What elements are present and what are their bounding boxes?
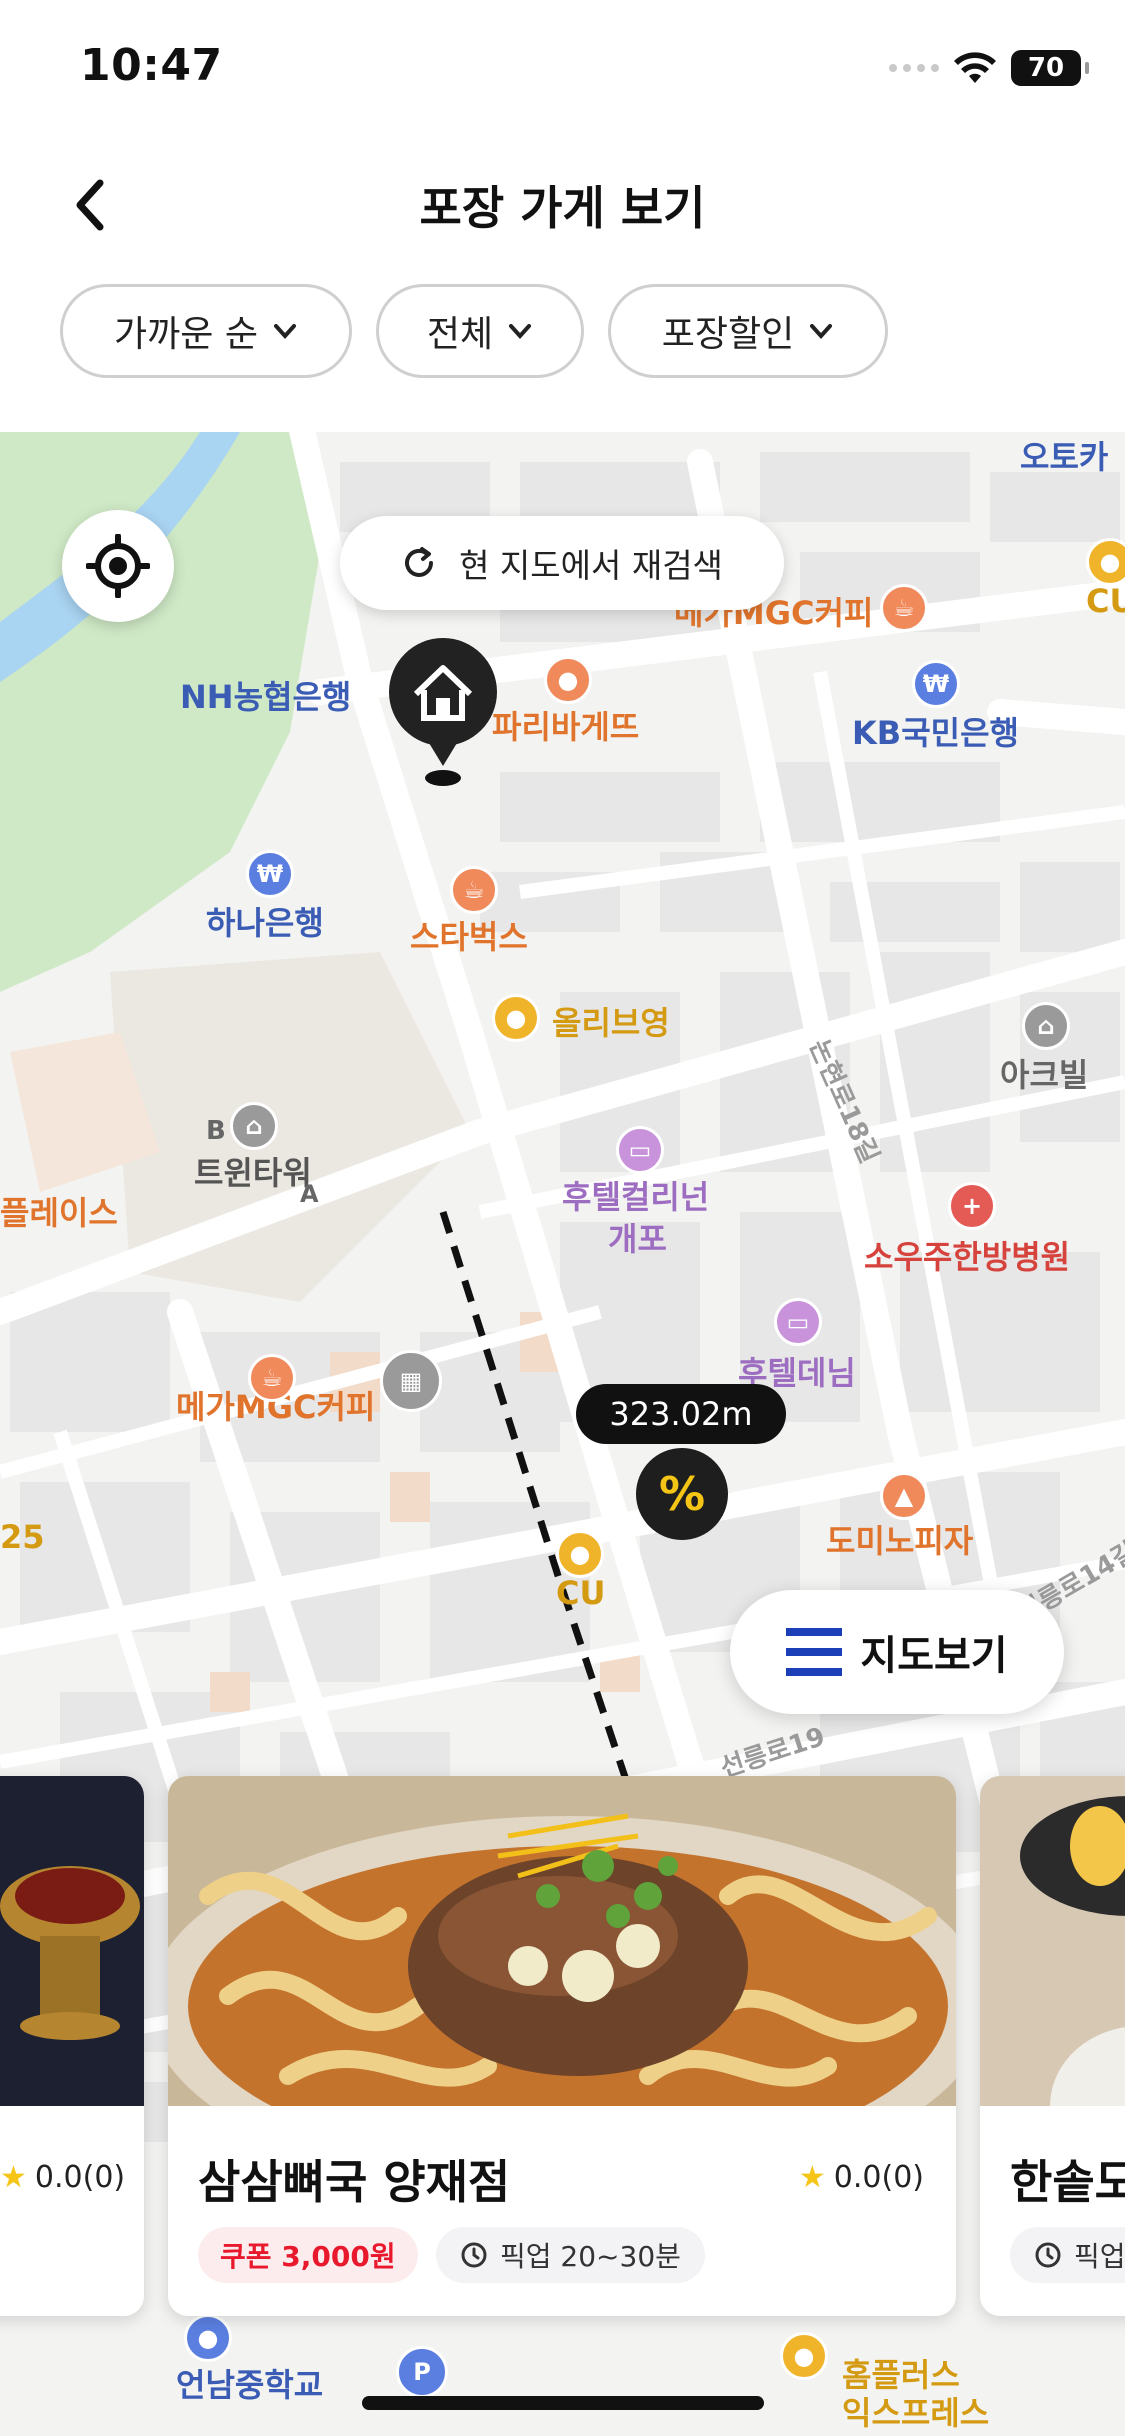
rating: ★ 0.0(0)	[0, 2160, 125, 2195]
poi-label: 도미노피자	[826, 1522, 974, 1560]
crosshair-icon	[86, 534, 150, 598]
filter-label: 포장할인	[661, 314, 795, 355]
store-photo	[0, 1776, 144, 2106]
store-photo	[980, 1776, 1125, 2106]
pickup-time-badge: 픽업 20~30분	[436, 2227, 705, 2283]
home-indicator	[362, 2396, 764, 2410]
store-icon: ▦	[380, 1350, 442, 1412]
refresh-icon	[405, 547, 434, 577]
store-card[interactable]: 한솥도 픽업	[980, 1776, 1125, 2316]
store-card[interactable]: 삼삼뼈국 양재점 ★ 0.0(0) 쿠폰 3,000원 픽업 20~30분	[168, 1776, 956, 2316]
home-pin-icon	[389, 638, 497, 786]
menu-icon	[786, 1628, 843, 1676]
pickup-label: 픽업 20~30분	[500, 2240, 681, 2273]
filter-category-chip[interactable]: 전체	[376, 284, 584, 378]
pizza-icon: ▲	[880, 1472, 928, 1520]
map-view-button[interactable]: 지도보기	[730, 1590, 1064, 1714]
shopping-icon: ●	[780, 2332, 828, 2380]
signal-icon	[889, 64, 939, 72]
hospital-icon: +	[948, 1182, 996, 1230]
poi-label: 익스프레스	[842, 2394, 990, 2432]
chevron-down-icon	[509, 324, 532, 339]
poi-label: 하나은행	[206, 904, 324, 942]
building-icon: ⌂	[230, 1102, 278, 1150]
poi-label: 25	[0, 1518, 45, 1556]
store-photo	[168, 1776, 956, 2106]
research-map-button[interactable]: 현 지도에서 재검색	[340, 516, 784, 610]
poi-label: 스타벅스	[410, 918, 528, 956]
star-icon: ★	[798, 2160, 826, 2195]
pickup-time-badge: 픽업	[1010, 2227, 1125, 2283]
status-time: 10:47	[80, 40, 223, 91]
home-location-marker	[386, 638, 500, 788]
discount-store-marker[interactable]: %	[636, 1448, 728, 1540]
cafe-icon: ☕	[248, 1354, 296, 1402]
store-name: 한솥도	[1010, 2155, 1125, 2209]
clock-icon	[461, 2242, 487, 2268]
coupon-badge: 쿠폰 3,000원	[198, 2227, 418, 2283]
poi-label: 개포	[608, 1220, 667, 1258]
poi-label: 소우주한방병원	[864, 1238, 1071, 1276]
rating-value: 0.0(0)	[833, 2160, 924, 2195]
rating: ★ 0.0(0)	[799, 2160, 924, 2195]
filter-sort-chip[interactable]: 가까운 순	[60, 284, 352, 378]
cafe-icon: ☕	[450, 866, 498, 914]
poi-label: 오토카	[1020, 438, 1109, 476]
clock-icon	[1035, 2242, 1061, 2268]
filter-label: 가까운 순	[114, 314, 258, 355]
poi-label: NH농협은행	[180, 678, 352, 716]
battery-icon: 70	[1011, 50, 1089, 86]
star-icon: ★	[0, 2160, 27, 2195]
hotel-icon: ▭	[616, 1126, 664, 1174]
poi-label: KB국민은행	[852, 714, 1019, 752]
parking-icon: P	[396, 2346, 448, 2398]
poi-label: 언남중학교	[176, 2366, 324, 2404]
poi-label: 트윈타워	[194, 1154, 312, 1192]
poi-label: CU	[556, 1574, 606, 1612]
chevron-down-icon	[273, 324, 296, 339]
chevron-down-icon	[810, 324, 833, 339]
building-icon: ⌂	[1022, 1002, 1070, 1050]
research-label: 현 지도에서 재검색	[459, 546, 723, 585]
pickup-label: 픽업	[1074, 2240, 1125, 2273]
shopping-icon: ●	[492, 994, 540, 1042]
distance-badge: 323.02m	[576, 1384, 786, 1444]
convenience-store-icon: ●	[556, 1530, 604, 1578]
page-title: 포장 가게 보기	[419, 181, 706, 235]
wifi-icon	[954, 52, 996, 83]
map-view-label: 지도보기	[860, 1633, 1008, 1679]
poi-label: 후텔컬리넌	[562, 1178, 710, 1216]
bank-icon: ₩	[246, 850, 294, 898]
status-icons: 70	[889, 48, 1089, 88]
poi-label: 파리바게뜨	[492, 708, 640, 746]
rating-value: 0.0(0)	[34, 2160, 126, 2195]
store-name: 삼삼뼈국 양재점	[198, 2155, 511, 2209]
store-card[interactable]: ★ 0.0(0)	[0, 1776, 144, 2316]
poi-label: B	[206, 1116, 226, 1146]
bakery-icon: ●	[544, 656, 592, 704]
filter-discount-chip[interactable]: 포장할인	[608, 284, 888, 378]
cafe-icon: ☕	[880, 584, 928, 632]
poi-label: CU	[1086, 582, 1125, 620]
poi-label: A	[300, 1180, 319, 1208]
poi-label: 아크빌	[1000, 1056, 1089, 1094]
poi-label: 플레이스	[0, 1194, 118, 1232]
filter-label: 전체	[426, 314, 494, 355]
poi-label: 올리브영	[552, 1004, 670, 1042]
current-location-button[interactable]	[62, 510, 174, 622]
bank-icon: ₩	[912, 660, 960, 708]
school-icon: ●	[184, 2314, 232, 2362]
hotel-icon: ▭	[774, 1298, 822, 1346]
